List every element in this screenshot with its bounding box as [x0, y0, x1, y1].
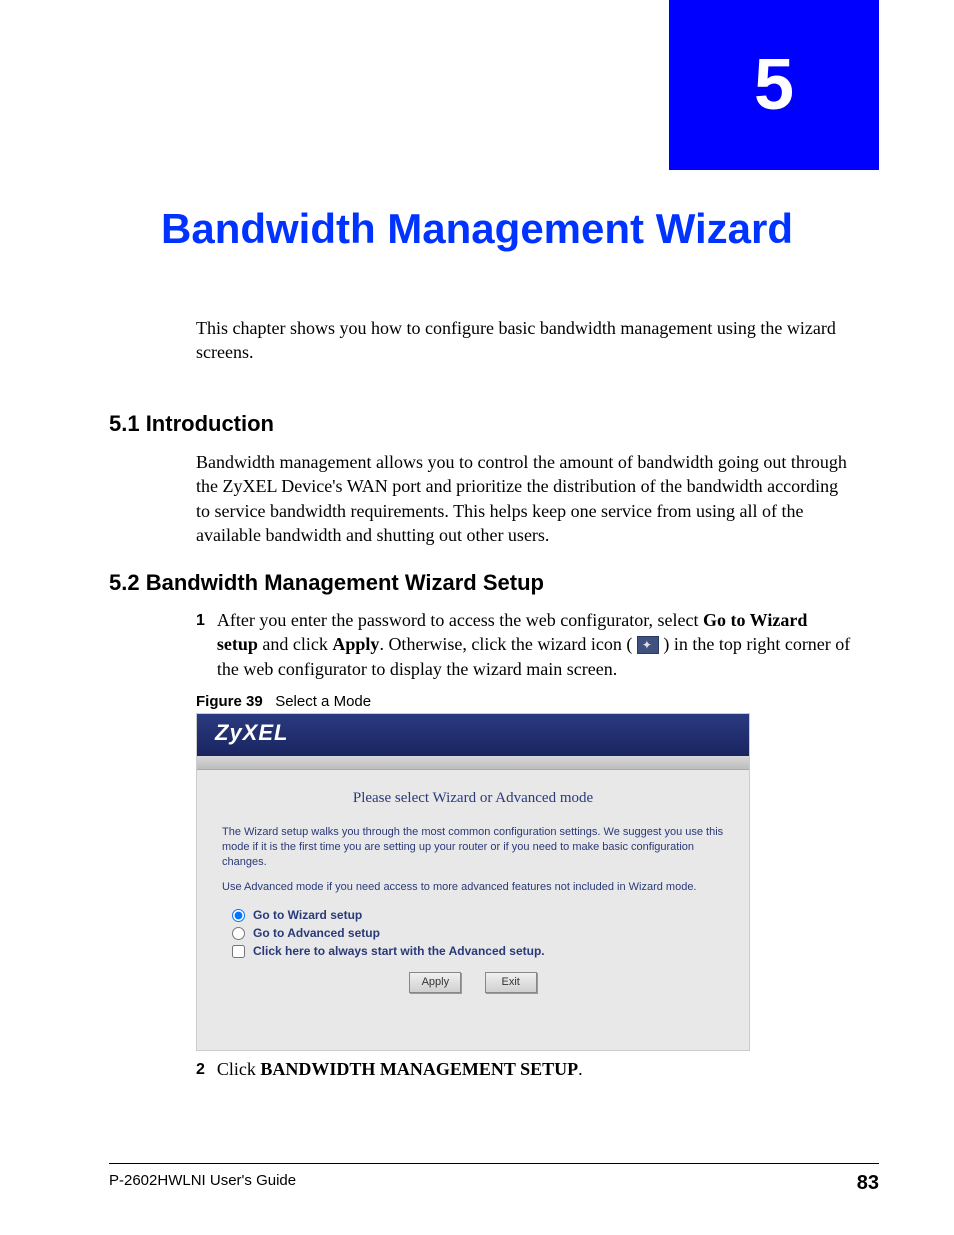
- step-1: 1 After you enter the password to access…: [196, 608, 851, 681]
- footer-page-number: 83: [857, 1172, 879, 1195]
- figure-prompt: Please select Wizard or Advanced mode: [222, 790, 724, 807]
- step-number: 1: [196, 608, 205, 681]
- exit-button[interactable]: Exit: [485, 972, 537, 993]
- checkbox-always-advanced[interactable]: Click here to always start with the Adva…: [232, 944, 724, 958]
- footer-guide-name: P-2602HWLNI User's Guide: [109, 1172, 296, 1195]
- radio-wizard-setup[interactable]: Go to Wizard setup: [232, 908, 724, 922]
- chapter-number: 5: [754, 44, 794, 126]
- apply-button[interactable]: Apply: [409, 972, 461, 993]
- figure-brand-header: ZyXEL: [197, 714, 749, 756]
- figure-buttons: Apply Exit: [222, 972, 724, 993]
- figure-desc-1: The Wizard setup walks you through the m…: [222, 825, 724, 870]
- page-title: Bandwidth Management Wizard: [0, 205, 954, 253]
- radio-advanced-setup[interactable]: Go to Advanced setup: [232, 926, 724, 940]
- radio-wizard-input[interactable]: [232, 909, 245, 922]
- figure-options: Go to Wizard setup Go to Advanced setup …: [232, 908, 724, 958]
- section-heading-introduction: 5.1 Introduction: [109, 411, 274, 437]
- figure-caption: Figure 39 Select a Mode: [196, 693, 371, 710]
- figure-ribbon: [197, 756, 749, 770]
- figure-screenshot: ZyXEL Please select Wizard or Advanced m…: [196, 713, 750, 1051]
- checkbox-always-input[interactable]: [232, 945, 245, 958]
- figure-body: Please select Wizard or Advanced mode Th…: [197, 770, 749, 1050]
- step-1-body: After you enter the password to access t…: [217, 608, 851, 681]
- section-heading-wizard-setup: 5.2 Bandwidth Management Wizard Setup: [109, 570, 544, 596]
- chapter-badge: 5: [669, 0, 879, 170]
- section-introduction-body: Bandwidth management allows you to contr…: [196, 450, 851, 547]
- step-2-body: Click BANDWIDTH MANAGEMENT SETUP.: [217, 1057, 851, 1081]
- step-2: 2 Click BANDWIDTH MANAGEMENT SETUP.: [196, 1057, 851, 1081]
- radio-advanced-input[interactable]: [232, 927, 245, 940]
- step-number: 2: [196, 1057, 205, 1081]
- intro-paragraph: This chapter shows you how to configure …: [196, 316, 851, 365]
- figure-desc-2: Use Advanced mode if you need access to …: [222, 880, 724, 895]
- wizard-icon: [637, 636, 659, 654]
- page-footer: P-2602HWLNI User's Guide 83: [109, 1163, 879, 1195]
